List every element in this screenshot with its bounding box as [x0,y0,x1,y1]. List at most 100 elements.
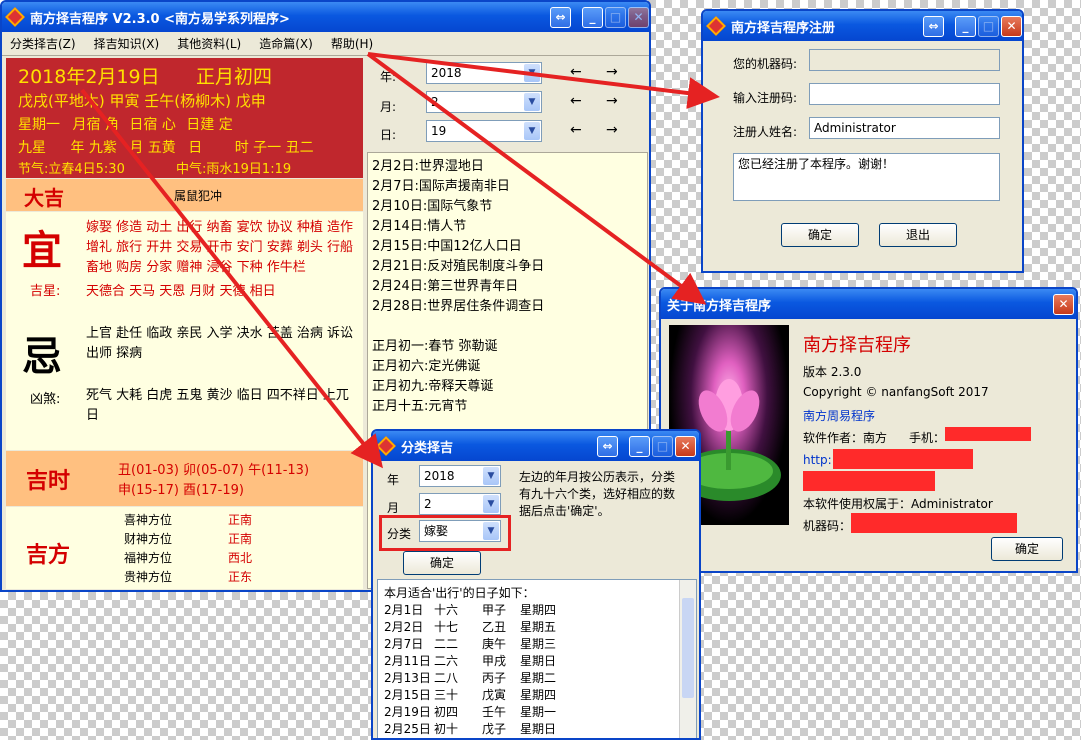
year-next-arrow[interactable]: → [606,64,618,80]
ji-char: 忌 [22,334,62,380]
day-jian-label: 日建 [186,117,215,133]
chevron-down-icon[interactable]: ▼ [483,467,499,485]
minimize-button[interactable]: _ [582,7,603,28]
register-window: 南方择吉程序注册 ⇔ _ □ ✕ 您的机器码: 输入注册码: 注册人姓名: Ad… [701,9,1024,273]
table-row: 2月19日 初四 壬午 星期一 [384,705,557,719]
classify-titlebar[interactable]: 分类择吉 ⇔ _ □ ✕ [373,431,699,461]
main-titlebar[interactable]: 南方择吉程序 V2.3.0 <南方易学系列程序> ⇔ _ □ ✕ [2,2,649,32]
menu-classify[interactable]: 分类择吉(Z) [10,35,76,52]
lunar-date: 正月初四 [196,66,273,88]
day-next-arrow[interactable]: → [606,122,618,138]
table-row: 2月2日 十七 乙丑 星期五 [384,620,557,634]
list-item: 正月十五:元宵节 [372,399,468,414]
classify-year-select[interactable]: 2018 ▼ [419,465,501,487]
month-select[interactable]: 2 ▼ [426,91,542,113]
menu-knowledge[interactable]: 择吉知识(X) [94,35,160,52]
close-button: ✕ [628,7,649,28]
ganzhi: 戊戌(平地木) 甲寅 壬午(杨柳木) 戊申 [18,92,266,110]
reg-name-label: 注册人姓名: [733,125,798,139]
month-prev-arrow[interactable]: ← [570,93,582,109]
about-url[interactable]: http: [803,453,832,467]
about-version: 版本 2.3.0 [803,365,862,379]
year-star-label: 年 [70,140,85,156]
menu-other[interactable]: 其他资料(L) [177,35,241,52]
jixing-label: 吉星: [30,284,61,299]
close-button[interactable]: ✕ [1053,294,1074,315]
machine-code-field [809,49,1000,71]
scrollbar[interactable] [679,580,696,738]
minimize-button[interactable]: _ [629,436,650,457]
year-prev-arrow[interactable]: ← [570,64,582,80]
classify-ok-button[interactable]: 确定 [403,551,481,575]
resize-icon[interactable]: ⇔ [597,436,618,457]
chevron-down-icon[interactable]: ▼ [524,64,540,82]
jifang-row: 财神方位 正南 [124,532,253,546]
chevron-down-icon[interactable]: ▼ [524,122,540,140]
reg-code-label: 输入注册码: [733,91,798,105]
list-item [372,317,647,337]
chevron-down-icon[interactable]: ▼ [524,93,540,111]
resize-icon[interactable]: ⇔ [550,7,571,28]
about-owner: 本软件使用权属于：Administrator [803,497,993,511]
chevron-down-icon[interactable]: ▼ [483,522,499,540]
table-row: 2月25日 初十 戊子 星期日 [384,722,557,736]
day-prev-arrow[interactable]: ← [570,122,582,138]
minimize-button[interactable]: _ [955,16,976,37]
list-item: 正月初六:定光佛诞 [372,359,481,374]
jifang-row: 福神方位 西北 [124,551,253,565]
resize-icon[interactable]: ⇔ [923,16,944,37]
classify-help: 左边的年月按公历表示，分类有九十六个类，选好相应的数据后点击'确定'。 [519,470,676,518]
xiongsha-label: 凶煞: [30,392,61,407]
weekday: 星期一 [18,117,60,133]
star-row: 九星 年 九紫 月 五黄 日 时 子一 丑二 [18,137,314,157]
week-row: 星期一 月宿 角 日宿 心 日建 定 [18,114,233,134]
about-link[interactable]: 南方周易程序 [803,407,875,424]
classify-cat-select[interactable]: 嫁娶 ▼ [419,520,501,542]
month-lodge-label: 月宿 [72,117,101,133]
table-row: 2月1日 十六 甲子 星期四 [384,603,557,617]
classify-year-label: 年 [387,473,400,487]
table-row: 2月13日 二八 丙子 星期二 [384,671,557,685]
jishi-line1: 丑(01-03) 卯(05-07) 午(11-13) [118,463,310,478]
day-lodge-label: 日宿 [129,117,158,133]
day-select[interactable]: 19 ▼ [426,120,542,142]
about-ok-button[interactable]: 确定 [991,537,1063,561]
list-item: 2月14日:情人节 [372,219,467,234]
chevron-down-icon[interactable]: ▼ [483,495,499,513]
register-exit-button[interactable]: 退出 [879,223,957,247]
register-title: 南方择吉程序注册 [731,20,836,36]
month-label: 月: [380,100,397,114]
scrollbar-thumb[interactable] [682,598,694,698]
close-button[interactable]: ✕ [675,436,696,457]
register-ok-button[interactable]: 确定 [781,223,859,247]
about-titlebar[interactable]: 关于南方择吉程序 ✕ [661,289,1076,319]
reg-name-input[interactable]: Administrator [809,117,1000,139]
machine-code-label: 您的机器码: [733,57,798,71]
app-icon [706,16,726,36]
clash-text: 属鼠犯冲 [174,189,223,203]
list-item: 2月28日:世界居住条件调查日 [372,299,545,314]
yi-items: 嫁娶 修造 动土 出行 纳畜 宴饮 协议 种植 造作 增礼 旅行 开井 交易 开… [86,220,354,275]
main-menubar: 分类择吉(Z) 择吉知识(X) 其他资料(L) 造命篇(X) 帮助(H) [2,32,649,56]
register-titlebar[interactable]: 南方择吉程序注册 ⇔ _ □ ✕ [703,11,1022,41]
hour-star: 子一 丑二 [253,140,314,156]
menu-help[interactable]: 帮助(H) [331,35,373,52]
year-star: 九紫 [88,140,117,156]
table-row: 2月15日 三十 戊寅 星期四 [384,688,557,702]
app-icon [5,7,25,27]
close-button[interactable]: ✕ [1001,16,1022,37]
reg-code-input[interactable] [809,83,1000,105]
jishi-panel: 吉时 丑(01-03) 卯(05-07) 午(11-13) 申(15-17) 酉… [6,451,363,506]
about-phone-label: 手机： [909,431,946,445]
solar-date: 2018年2月19日 [18,66,160,88]
maximize-button: □ [978,16,999,37]
year-select[interactable]: 2018 ▼ [426,62,542,84]
hour-star-label: 时 [234,140,249,156]
month-lodge: 角 [104,117,119,133]
star-label: 九星 [18,140,46,156]
about-window: 关于南方择吉程序 ✕ 南方择吉程序 版本 2.3.0 Copyright © n… [659,287,1078,573]
month-next-arrow[interactable]: → [606,93,618,109]
redaction-bar [851,513,1017,533]
classify-month-select[interactable]: 2 ▼ [419,493,501,515]
menu-zaoming[interactable]: 造命篇(X) [259,35,313,52]
